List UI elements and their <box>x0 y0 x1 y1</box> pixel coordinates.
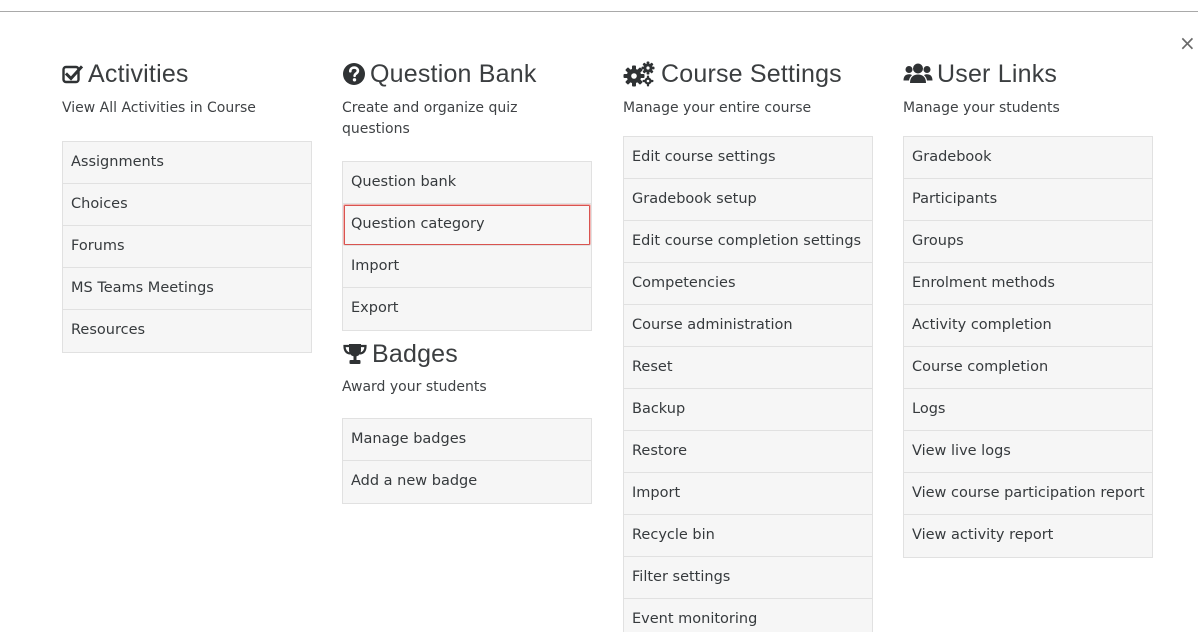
trophy-icon <box>342 343 368 365</box>
course-settings-description: Manage your entire course <box>623 100 812 116</box>
list-item-view-live-logs[interactable]: View live logs <box>904 431 1152 473</box>
close-button[interactable]: × <box>1179 33 1196 53</box>
list-item-gradebook[interactable]: Gradebook <box>904 137 1152 179</box>
activities-column: Activities View All Activities in Course… <box>62 57 312 353</box>
list-item-enrolment-methods[interactable]: Enrolment methods <box>904 263 1152 305</box>
list-item-ms-teams-meetings[interactable]: MS Teams Meetings <box>63 268 311 310</box>
list-item-import-questions[interactable]: Import <box>343 246 591 288</box>
list-item-forums[interactable]: Forums <box>63 226 311 268</box>
list-item-question-bank[interactable]: Question bank <box>343 162 591 204</box>
list-item-view-course-participation-report[interactable]: View course participation report <box>904 473 1152 515</box>
list-item-reset[interactable]: Reset <box>624 347 872 389</box>
activities-list: Assignments Choices Forums MS Teams Meet… <box>62 141 312 353</box>
list-item-backup[interactable]: Backup <box>624 389 872 431</box>
list-item-event-monitoring[interactable]: Event monitoring <box>624 599 872 632</box>
list-item-gradebook-setup[interactable]: Gradebook setup <box>624 179 872 221</box>
list-item-question-category[interactable]: Question category <box>343 204 591 246</box>
list-item-course-administration[interactable]: Course administration <box>624 305 872 347</box>
user-links-list: Gradebook Participants Groups Enrolment … <box>903 136 1153 558</box>
user-links-title: User Links <box>937 59 1058 88</box>
checkbox-icon <box>62 63 84 85</box>
list-item-assignments[interactable]: Assignments <box>63 142 311 184</box>
user-links-description: Manage your students <box>903 100 1060 116</box>
list-item-groups[interactable]: Groups <box>904 221 1152 263</box>
gears-icon <box>623 61 657 87</box>
activities-heading: Activities <box>62 57 312 91</box>
badges-description: Award your students <box>342 379 487 395</box>
user-links-column: User Links Manage your students Gradeboo… <box>903 57 1153 558</box>
list-item-recycle-bin[interactable]: Recycle bin <box>624 515 872 557</box>
course-settings-list: Edit course settings Gradebook setup Edi… <box>623 136 873 632</box>
question-bank-description: Create and organize quiz questions <box>342 100 518 137</box>
list-item-edit-course-settings[interactable]: Edit course settings <box>624 137 872 179</box>
user-links-heading: User Links <box>903 57 1153 91</box>
activities-description: View All Activities in Course <box>62 100 256 116</box>
badges-heading: Badges <box>342 337 592 371</box>
list-item-view-activity-report[interactable]: View activity report <box>904 515 1152 557</box>
badges-list: Manage badges Add a new badge <box>342 418 592 504</box>
list-item-manage-badges[interactable]: Manage badges <box>343 419 591 461</box>
list-item-activity-completion[interactable]: Activity completion <box>904 305 1152 347</box>
badges-title: Badges <box>372 339 458 368</box>
list-item-logs[interactable]: Logs <box>904 389 1152 431</box>
list-item-export-questions[interactable]: Export <box>343 288 591 330</box>
question-bank-column: Question Bank Create and organize quiz q… <box>342 57 592 504</box>
activities-title: Activities <box>88 59 189 88</box>
list-item-add-new-badge[interactable]: Add a new badge <box>343 461 591 503</box>
list-item-participants[interactable]: Participants <box>904 179 1152 221</box>
list-item-edit-course-completion-settings[interactable]: Edit course completion settings <box>624 221 872 263</box>
list-item-restore[interactable]: Restore <box>624 431 872 473</box>
question-bank-list: Question bank Question category Import E… <box>342 161 592 331</box>
list-item-choices[interactable]: Choices <box>63 184 311 226</box>
course-settings-column: Course Settings Manage your entire cours… <box>623 57 873 632</box>
list-item-course-completion[interactable]: Course completion <box>904 347 1152 389</box>
badges-section: Badges Award your students Manage badges… <box>342 337 592 504</box>
top-strip <box>0 0 1198 12</box>
question-bank-title: Question Bank <box>370 59 537 88</box>
users-icon <box>903 62 933 86</box>
question-circle-icon <box>342 62 366 86</box>
list-item-resources[interactable]: Resources <box>63 310 311 352</box>
course-settings-heading: Course Settings <box>623 57 873 91</box>
course-settings-title: Course Settings <box>661 59 842 88</box>
question-bank-heading: Question Bank <box>342 57 592 91</box>
list-item-competencies[interactable]: Competencies <box>624 263 872 305</box>
list-item-import[interactable]: Import <box>624 473 872 515</box>
list-item-filter-settings[interactable]: Filter settings <box>624 557 872 599</box>
